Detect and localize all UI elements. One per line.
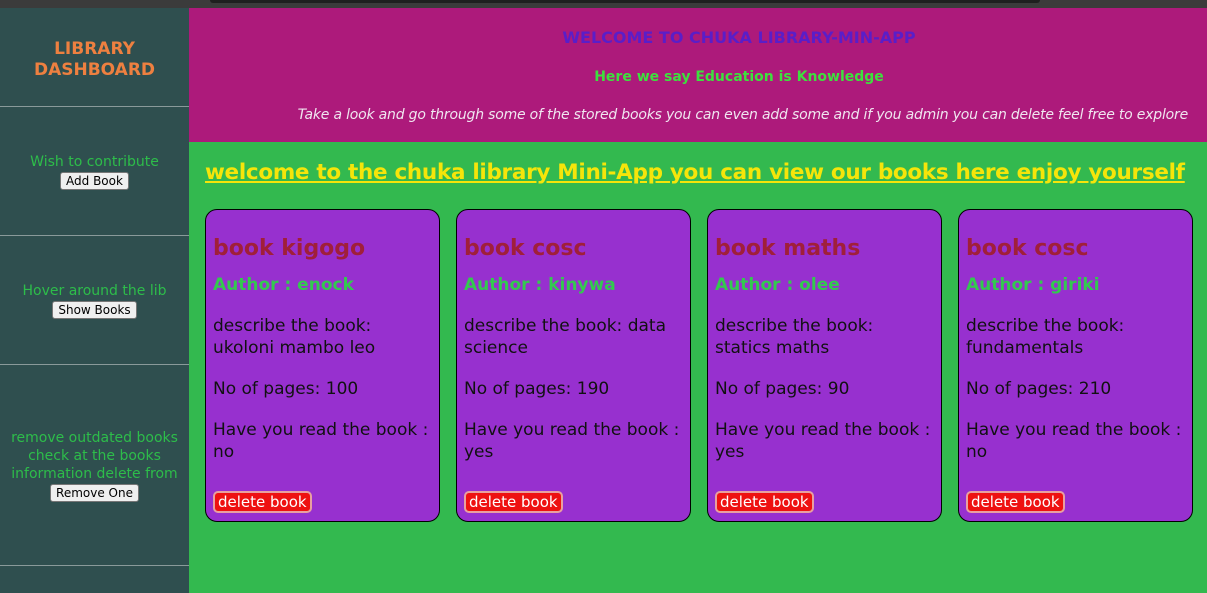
show-label: Hover around the lib bbox=[22, 282, 167, 299]
book-read-status: Have you read the book : yes bbox=[715, 420, 931, 462]
book-author: Author : kinywa bbox=[464, 275, 616, 295]
sidebar-section-contribute: Wish to contribute Add Book bbox=[0, 107, 189, 236]
book-description: describe the book: fundamentals bbox=[966, 316, 1125, 358]
book-pages: No of pages: 190 bbox=[464, 379, 610, 399]
book-pages: No of pages: 100 bbox=[213, 379, 359, 399]
sidebar-section-remove: remove outdated books check at the books… bbox=[0, 365, 189, 566]
delete-book-button[interactable]: delete book bbox=[715, 491, 814, 513]
book-title: book kigogo bbox=[213, 236, 366, 261]
delete-book-button[interactable]: delete book bbox=[213, 491, 312, 513]
book-title: book cosc bbox=[464, 236, 587, 261]
book-card: book kigogo Author : enock describe the … bbox=[205, 209, 440, 522]
remove-one-button[interactable]: Remove One bbox=[50, 483, 139, 502]
book-title: book cosc bbox=[966, 236, 1089, 261]
sidebar: LIBRARY DASHBOARD Wish to contribute Add… bbox=[0, 8, 189, 593]
header-description: Take a look and go through some of the s… bbox=[297, 107, 1189, 123]
book-description: describe the book: statics maths bbox=[715, 316, 874, 358]
book-read-status: Have you read the book : no bbox=[213, 420, 429, 462]
delete-book-button[interactable]: delete book bbox=[966, 491, 1065, 513]
remove-label: remove outdated books check at the books… bbox=[11, 429, 178, 482]
contribute-label: Wish to contribute bbox=[30, 153, 159, 170]
book-description: describe the book: ukoloni mambo leo bbox=[213, 316, 376, 358]
header-title: WELCOME TO CHUKA LIBRARY-MIN-APP bbox=[562, 28, 916, 47]
book-author: Author : giriki bbox=[966, 275, 1100, 295]
book-pages: No of pages: 90 bbox=[715, 379, 850, 399]
book-list: book kigogo Author : enock describe the … bbox=[205, 209, 1193, 522]
book-title: book maths bbox=[715, 236, 861, 261]
sidebar-section-show: Hover around the lib Show Books bbox=[0, 236, 189, 365]
header: WELCOME TO CHUKA LIBRARY-MIN-APP Here we… bbox=[189, 8, 1207, 142]
book-card: book cosc Author : giriki describe the b… bbox=[958, 209, 1193, 522]
book-read-status: Have you read the book : yes bbox=[464, 420, 680, 462]
welcome-heading: welcome to the chuka library Mini-App yo… bbox=[205, 160, 1185, 185]
book-card: book maths Author : olee describe the bo… bbox=[707, 209, 942, 522]
book-card: book cosc Author : kinywa describe the b… bbox=[456, 209, 691, 522]
browser-top-bar bbox=[0, 0, 1207, 8]
book-description: describe the book: data science bbox=[464, 316, 666, 358]
book-pages: No of pages: 210 bbox=[966, 379, 1112, 399]
book-read-status: Have you read the book : no bbox=[966, 420, 1182, 462]
main-content: welcome to the chuka library Mini-App yo… bbox=[189, 142, 1207, 593]
delete-book-button[interactable]: delete book bbox=[464, 491, 563, 513]
add-book-button[interactable]: Add Book bbox=[60, 171, 129, 190]
book-author: Author : enock bbox=[213, 275, 354, 295]
header-subtitle: Here we say Education is Knowledge bbox=[594, 69, 884, 85]
browser-address-bar[interactable] bbox=[210, 0, 1040, 3]
show-books-button[interactable]: Show Books bbox=[52, 300, 137, 319]
dashboard-title: LIBRARY DASHBOARD bbox=[0, 8, 189, 107]
book-author: Author : olee bbox=[715, 275, 840, 295]
